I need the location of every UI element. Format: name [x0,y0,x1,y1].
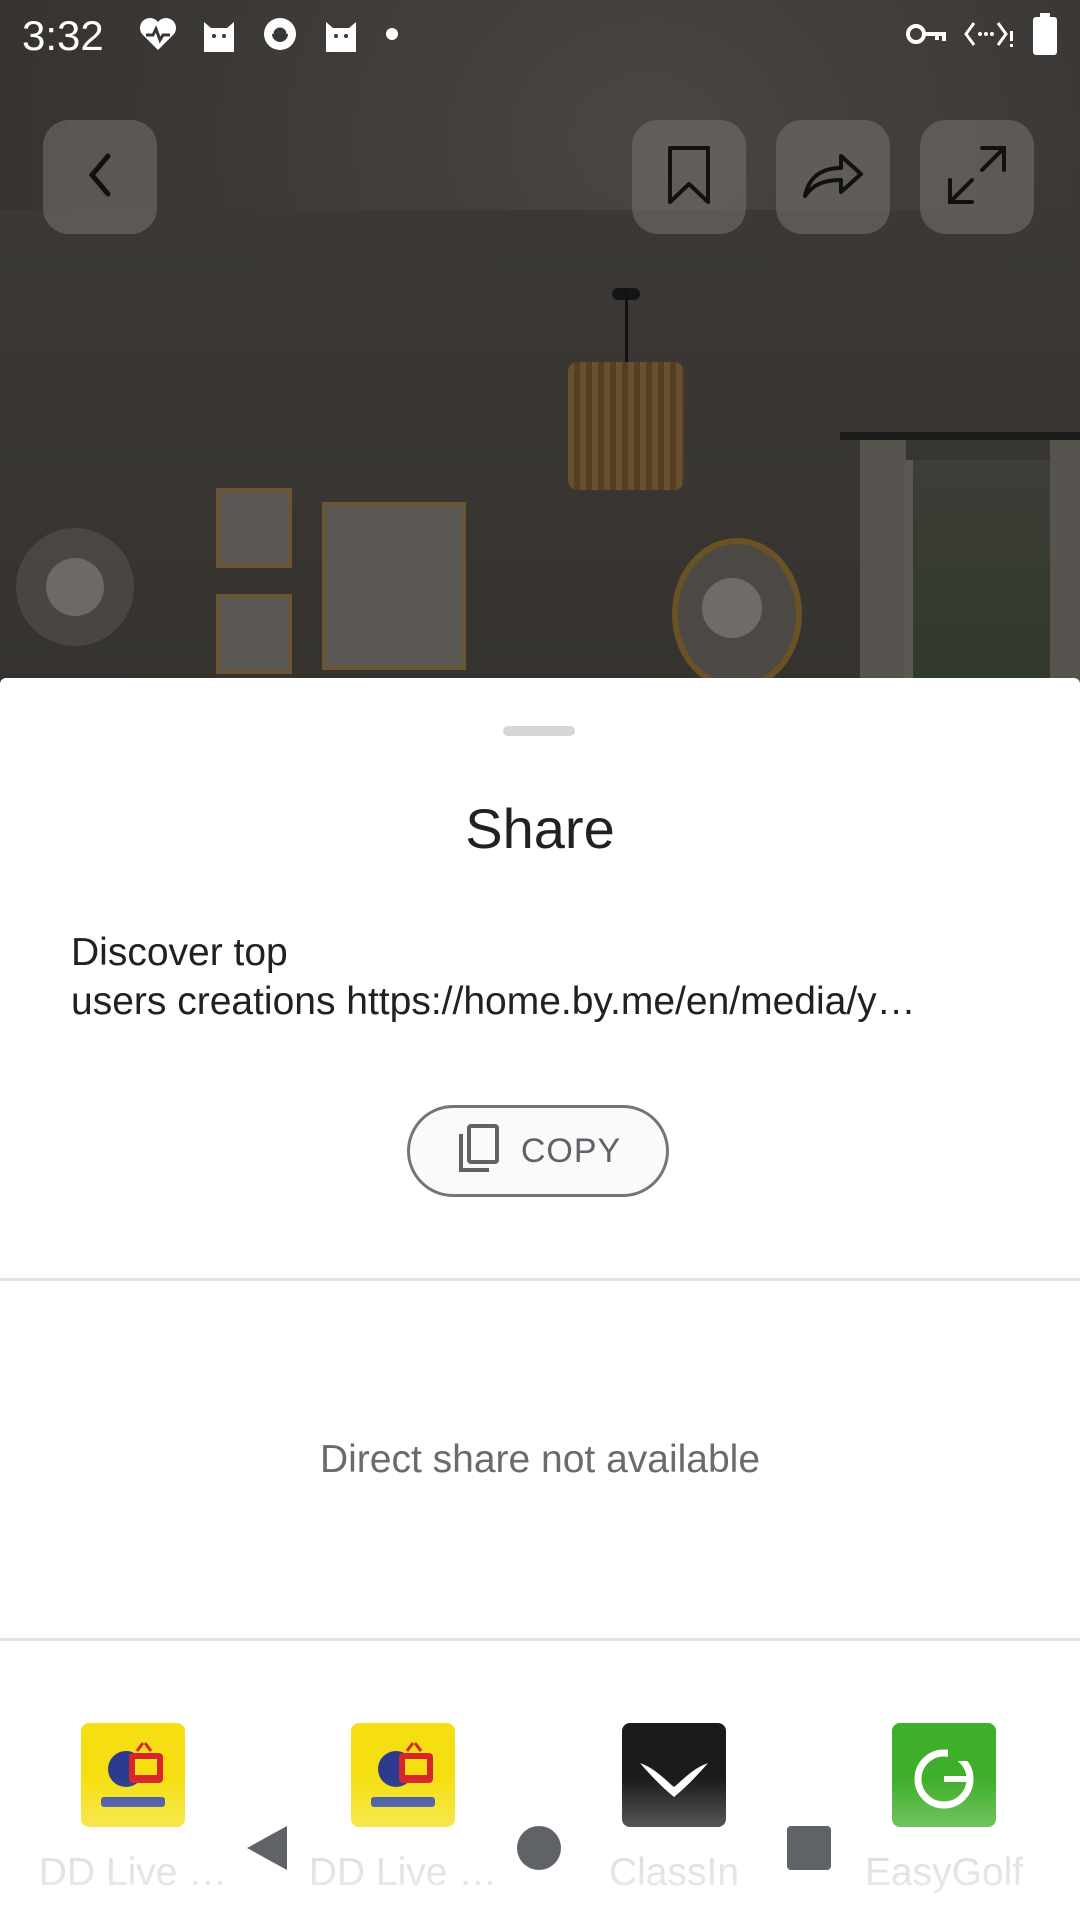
divider [0,1638,1080,1641]
fullscreen-button[interactable] [920,120,1034,234]
pendant-lamp [568,362,684,490]
divider [0,1278,1080,1281]
back-icon [80,150,120,205]
share-button[interactable] [776,120,890,234]
copy-icon [455,1123,499,1179]
bookmark-button[interactable] [632,120,746,234]
battery-icon [1032,12,1058,60]
shared-text-preview: Discover top users creations https://hom… [71,928,1011,1026]
nav-home-button[interactable] [507,1818,571,1882]
data-transfer-icon [964,19,1014,54]
back-nav-icon [241,1822,291,1879]
navigation-bar [0,1800,1080,1900]
dot-icon [382,24,402,49]
status-time: 3:32 [22,12,104,59]
curtain [860,440,906,700]
wall-frame [322,502,466,670]
system-icons [906,12,1058,60]
move-joystick-knob[interactable] [46,558,104,616]
curtain [1050,440,1080,700]
room-viewer[interactable] [0,0,1080,700]
wall-frame [216,594,292,674]
heart-pulse-icon [138,16,178,57]
screen: 3:32 Share Discover top users creations … [0,0,1080,1920]
cat-icon [322,14,360,59]
notification-icons [138,14,402,58]
shared-text-line: users creations https://home.by.me/en/me… [71,980,916,1023]
copy-button[interactable]: COPY [407,1105,669,1197]
wall-frame [216,488,292,568]
recents-nav-icon [786,1825,832,1876]
direct-share-message: Direct share not available [319,1438,761,1481]
share-icon [801,150,865,205]
nav-recents-button[interactable] [777,1818,841,1882]
curtain-rod [840,432,1080,440]
bookmark-icon [666,144,712,211]
drag-handle[interactable] [503,726,575,736]
copy-button-label: COPY [520,1131,622,1170]
shared-text-line: Discover top [71,931,288,974]
share-sheet-title: Share [465,797,615,860]
share-sheet: Share Discover top users creations https… [0,678,1080,1920]
look-joystick-knob[interactable] [702,578,762,638]
status-bar: 3:32 [0,0,1080,72]
cat-icon [200,14,238,59]
gear-badge-icon [260,14,300,59]
back-button[interactable] [43,120,157,234]
pendant-lamp-cord [625,290,628,365]
window [905,460,1063,700]
home-nav-icon [515,1824,563,1877]
expand-icon [946,144,1008,211]
nav-back-button[interactable] [234,1818,298,1882]
vpn-key-icon [906,21,946,52]
